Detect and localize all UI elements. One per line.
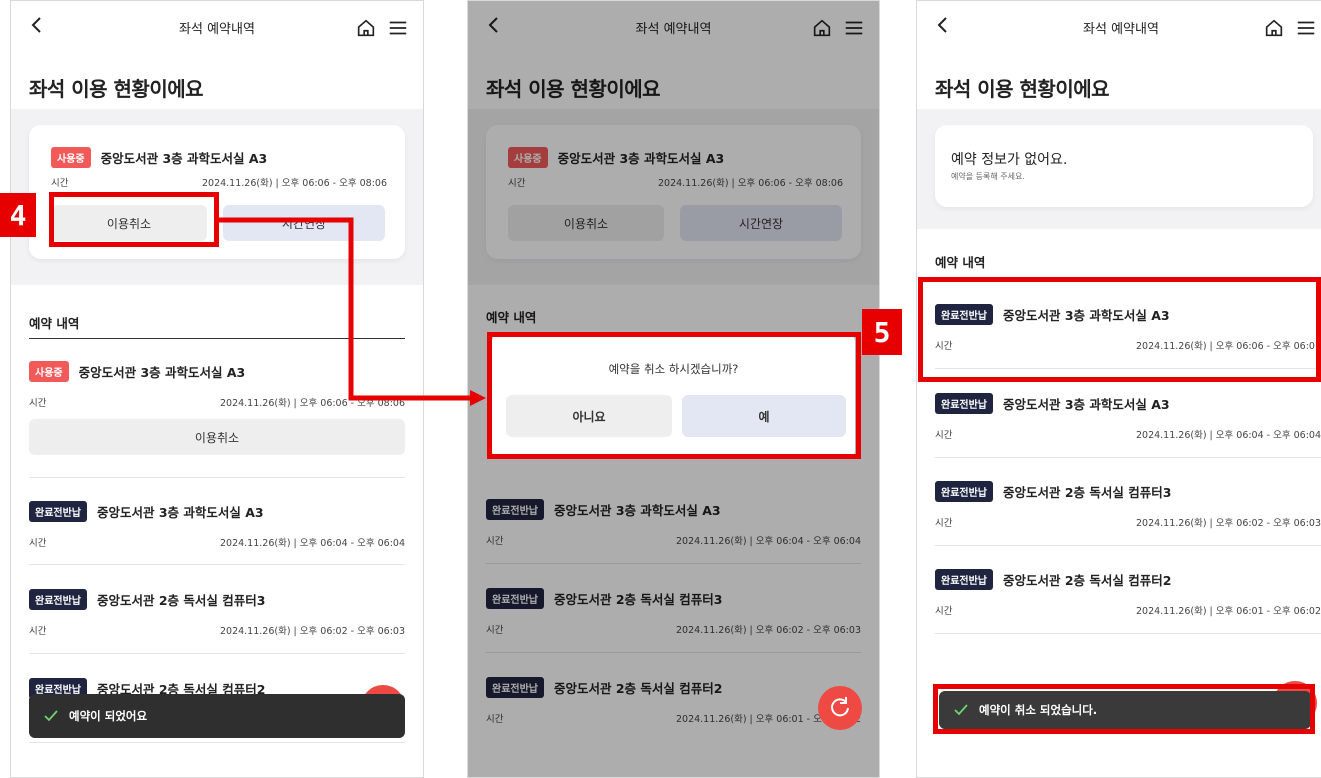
app-header: 좌석 예약내역 (11, 1, 423, 57)
status-badge: 완료전반납 (935, 569, 993, 590)
home-icon[interactable] (355, 17, 377, 39)
screen-1: 좌석 예약내역 좌석 이용 현황이에요 사용중 중앙도서관 3층 과학도서실 A… (10, 0, 424, 778)
page-heading: 좌석 이용 현황이에요 (935, 77, 1110, 101)
status-badge: 완료전반납 (29, 589, 87, 610)
check-icon (44, 710, 58, 722)
place-name: 중앙도서관 2층 독서실 컴퓨터2 (1003, 573, 1172, 588)
list-divider (29, 564, 405, 565)
place-name: 중앙도서관 3층 과학도서실 A3 (78, 365, 246, 380)
highlight-toast (933, 684, 1315, 734)
status-badge: 완료전반납 (29, 501, 87, 522)
step-4-marker: 4 (0, 193, 36, 237)
list-item: 사용중 중앙도서관 3층 과학도서실 A3 시간 2024.11.26(화) | 오… (29, 361, 405, 409)
empty-reservation-card: 예약 정보가 없어요. 예약을 등록해 주세요. (935, 125, 1313, 207)
highlight-cancelled-item (918, 277, 1321, 382)
status-badge: 완료전반납 (935, 481, 993, 502)
home-icon[interactable] (1263, 17, 1285, 39)
time-label: 시간 (935, 518, 953, 529)
list-divider (29, 653, 405, 654)
time-label: 시간 (29, 626, 47, 637)
reservation-time: 2024.11.26(화) | 오후 06:01 - 오후 06:02 (1135, 606, 1321, 617)
hamburger-menu-icon[interactable] (1295, 17, 1317, 39)
list-item: 완료전반납 중앙도서관 3층 과학도서실 A3 시간 2024.11.26(화) |… (935, 393, 1321, 441)
time-label: 시간 (29, 398, 47, 409)
list-item: 완료전반납 중앙도서관 3층 과학도서실 A3 시간 2024.11.26(화) |… (29, 501, 405, 549)
place-name: 중앙도서관 2층 독서실 컴퓨터3 (97, 593, 266, 608)
empty-title: 예약 정보가 없어요. (951, 152, 1068, 168)
section-divider (29, 338, 405, 339)
reservation-time: 2024.11.26(화) | 오후 06:04 - 오후 06:04 (219, 538, 405, 549)
empty-subtitle: 예약을 등록해 주세요. (951, 172, 1025, 181)
time-label: 시간 (935, 430, 953, 441)
app-header: 좌석 예약내역 (917, 1, 1321, 57)
place-name: 중앙도서관 3층 과학도서실 A3 (97, 505, 264, 520)
toast-text: 예약이 되었어요 (69, 709, 148, 723)
reservation-time: 2024.11.26(화) | 오후 06:06 - 오후 08:06 (219, 398, 405, 409)
status-badge: 완료전반납 (935, 393, 993, 414)
page-heading: 좌석 이용 현황이에요 (29, 77, 204, 101)
empty-reservation-band: 예약 정보가 없어요. 예약을 등록해 주세요. (917, 109, 1321, 229)
time-label: 시간 (29, 538, 47, 549)
header-title: 좌석 예약내역 (1083, 22, 1159, 37)
list-item: 완료전반납 중앙도서관 2층 독서실 컴퓨터2 시간 2024.11.26(화) |… (935, 569, 1321, 617)
history-section-title: 예약 내역 (935, 255, 986, 270)
reservation-time: 2024.11.26(화) | 오후 06:06 - 오후 08:06 (201, 178, 387, 189)
step-5-marker: 5 (862, 309, 902, 355)
list-divider (29, 742, 405, 743)
list-divider (935, 545, 1321, 546)
list-divider (29, 477, 405, 478)
place-name: 중앙도서관 3층 과학도서실 A3 (1003, 397, 1170, 412)
reservation-time: 2024.11.26(화) | 오후 06:02 - 오후 06:03 (1135, 518, 1321, 529)
reservation-time: 2024.11.26(화) | 오후 06:04 - 오후 06:04 (1135, 430, 1321, 441)
toast-message: 예약이 되었어요 (29, 694, 405, 738)
highlight-cancel-button (49, 192, 219, 247)
place-name: 중앙도서관 3층 과학도서실 A3 (100, 151, 268, 166)
status-badge: 사용중 (51, 147, 91, 168)
list-item: 완료전반납 중앙도서관 2층 독서실 컴퓨터3 시간 2024.11.26(화) |… (935, 481, 1321, 529)
place-name: 중앙도서관 2층 독서실 컴퓨터3 (1003, 485, 1172, 500)
list-cancel-use-button[interactable]: 이용취소 (29, 419, 405, 455)
status-badge: 사용중 (29, 361, 69, 382)
refresh-fab[interactable] (818, 686, 862, 730)
extend-time-button[interactable]: 시간연장 (223, 205, 385, 241)
list-item: 완료전반납 중앙도서관 2층 독서실 컴퓨터3 시간 2024.11.26(화) |… (29, 589, 405, 637)
refresh-icon (831, 697, 849, 717)
list-divider (935, 457, 1321, 458)
list-divider (935, 633, 1321, 634)
screen-3: 좌석 예약내역 좌석 이용 현황이에요 예약 정보가 없어요. 예약을 등록해 … (916, 0, 1321, 778)
time-label: 시간 (935, 606, 953, 617)
highlight-confirm-dialog (487, 332, 861, 459)
hamburger-menu-icon[interactable] (387, 17, 409, 39)
reservation-time: 2024.11.26(화) | 오후 06:02 - 오후 06:03 (219, 626, 405, 637)
history-section-title: 예약 내역 (29, 316, 80, 331)
time-label: 시간 (51, 178, 69, 189)
